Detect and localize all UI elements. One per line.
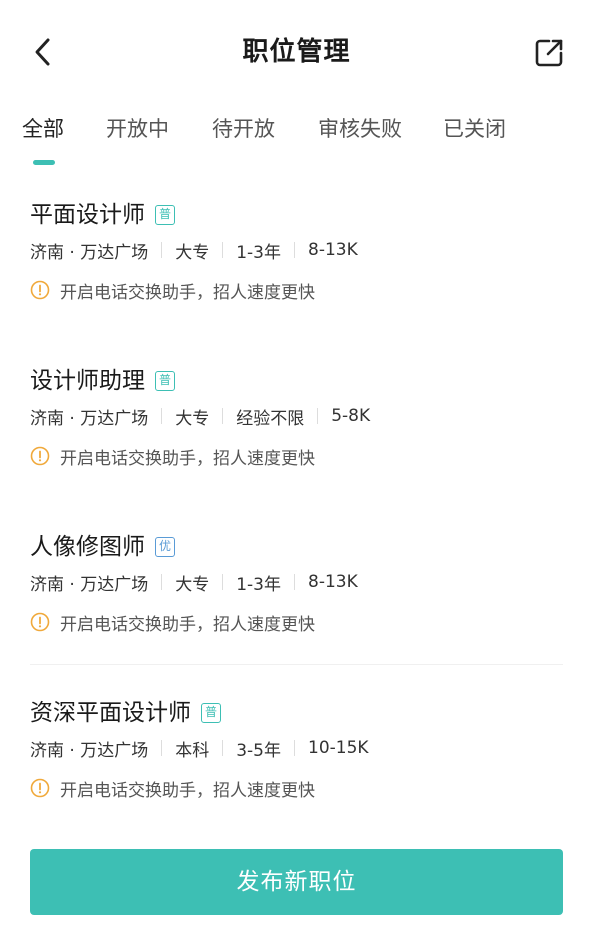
meta-divider — [294, 740, 295, 756]
tab-pending[interactable]: 待开放 — [212, 114, 275, 144]
job-experience: 1-3年 — [236, 242, 281, 263]
meta-divider — [294, 242, 295, 258]
tab-review-failed[interactable]: 审核失败 — [318, 114, 402, 144]
job-location: 济南 · 万达广场 — [30, 408, 149, 429]
warning-circle-icon — [30, 612, 50, 632]
meta-divider — [161, 740, 163, 756]
job-meta: 济南 · 万达广场 大专 经验不限 5-8K — [30, 403, 370, 429]
publish-new-job-button[interactable]: 发布新职位 — [30, 849, 563, 915]
job-education: 本科 — [175, 740, 210, 761]
meta-divider — [161, 242, 163, 258]
job-level-badge: 普 — [201, 703, 221, 723]
list-divider — [30, 664, 563, 665]
job-card[interactable]: 平面设计师 普 济南 · 万达广场 大专 1-3年 8-13K 开启电话交换助手… — [0, 168, 593, 328]
job-experience: 1-3年 — [236, 574, 281, 595]
page-title: 职位管理 — [242, 37, 351, 67]
job-education: 大专 — [175, 574, 210, 595]
job-meta: 济南 · 万达广场 本科 3-5年 10-15K — [30, 735, 369, 761]
job-title: 资深平面设计师 — [30, 700, 191, 726]
hint-text: 开启电话交换助手，招人速度更快 — [60, 282, 315, 303]
job-meta: 济南 · 万达广场 大专 1-3年 8-13K — [30, 569, 358, 595]
meta-divider — [161, 574, 163, 590]
warning-circle-icon — [30, 446, 50, 466]
job-salary: 8-13K — [308, 572, 358, 592]
tab-open[interactable]: 开放中 — [106, 114, 169, 144]
meta-divider — [294, 574, 295, 590]
header-bar: 职位管理 — [0, 0, 593, 104]
job-location: 济南 · 万达广场 — [30, 242, 149, 263]
phone-assistant-hint[interactable]: 开启电话交换助手，招人速度更快 — [30, 776, 315, 801]
active-tab-indicator — [33, 160, 55, 165]
job-title-row: 人像修图师 优 — [30, 530, 175, 564]
job-level-badge: 普 — [155, 371, 175, 391]
warning-circle-icon — [30, 778, 50, 798]
job-salary: 10-15K — [308, 738, 369, 758]
tab-all[interactable]: 全部 — [22, 114, 64, 144]
job-title: 人像修图师 — [30, 534, 145, 560]
job-title-row: 平面设计师 普 — [30, 198, 175, 232]
share-export-icon — [535, 39, 563, 67]
warning-circle-icon — [30, 280, 50, 300]
meta-divider — [222, 408, 224, 424]
job-meta: 济南 · 万达广场 大专 1-3年 8-13K — [30, 237, 358, 263]
phone-assistant-hint[interactable]: 开启电话交换助手，招人速度更快 — [30, 444, 315, 469]
job-location: 济南 · 万达广场 — [30, 574, 149, 595]
job-salary: 5-8K — [331, 406, 371, 426]
job-location: 济南 · 万达广场 — [30, 740, 149, 761]
job-title-row: 资深平面设计师 普 — [30, 696, 221, 730]
status-tabs: 全部 开放中 待开放 审核失败 已关闭 — [0, 104, 593, 165]
meta-divider — [222, 574, 224, 590]
job-title-row: 设计师助理 普 — [30, 364, 175, 398]
meta-divider — [222, 242, 224, 258]
job-education: 大专 — [175, 242, 210, 263]
meta-divider — [222, 740, 224, 756]
hint-text: 开启电话交换助手，招人速度更快 — [60, 614, 315, 635]
job-title: 设计师助理 — [30, 368, 145, 394]
meta-divider — [317, 408, 319, 424]
job-education: 大专 — [175, 408, 210, 429]
share-button[interactable] — [532, 36, 566, 70]
tab-closed[interactable]: 已关闭 — [443, 114, 506, 144]
job-card[interactable]: 人像修图师 优 济南 · 万达广场 大专 1-3年 8-13K 开启电话交换助手… — [0, 500, 593, 660]
hint-text: 开启电话交换助手，招人速度更快 — [60, 448, 315, 469]
job-level-badge: 优 — [155, 537, 175, 557]
hint-text: 开启电话交换助手，招人速度更快 — [60, 780, 315, 801]
phone-assistant-hint[interactable]: 开启电话交换助手，招人速度更快 — [30, 278, 315, 303]
job-card[interactable]: 设计师助理 普 济南 · 万达广场 大专 经验不限 5-8K 开启电话交换助手，… — [0, 334, 593, 494]
job-experience: 3-5年 — [236, 740, 281, 761]
job-experience: 经验不限 — [236, 408, 305, 429]
job-title: 平面设计师 — [30, 202, 145, 228]
job-salary: 8-13K — [308, 240, 358, 260]
meta-divider — [161, 408, 163, 424]
job-card[interactable]: 资深平面设计师 普 济南 · 万达广场 本科 3-5年 10-15K 开启电话交… — [0, 666, 593, 826]
phone-assistant-hint[interactable]: 开启电话交换助手，招人速度更快 — [30, 610, 315, 635]
job-level-badge: 普 — [155, 205, 175, 225]
